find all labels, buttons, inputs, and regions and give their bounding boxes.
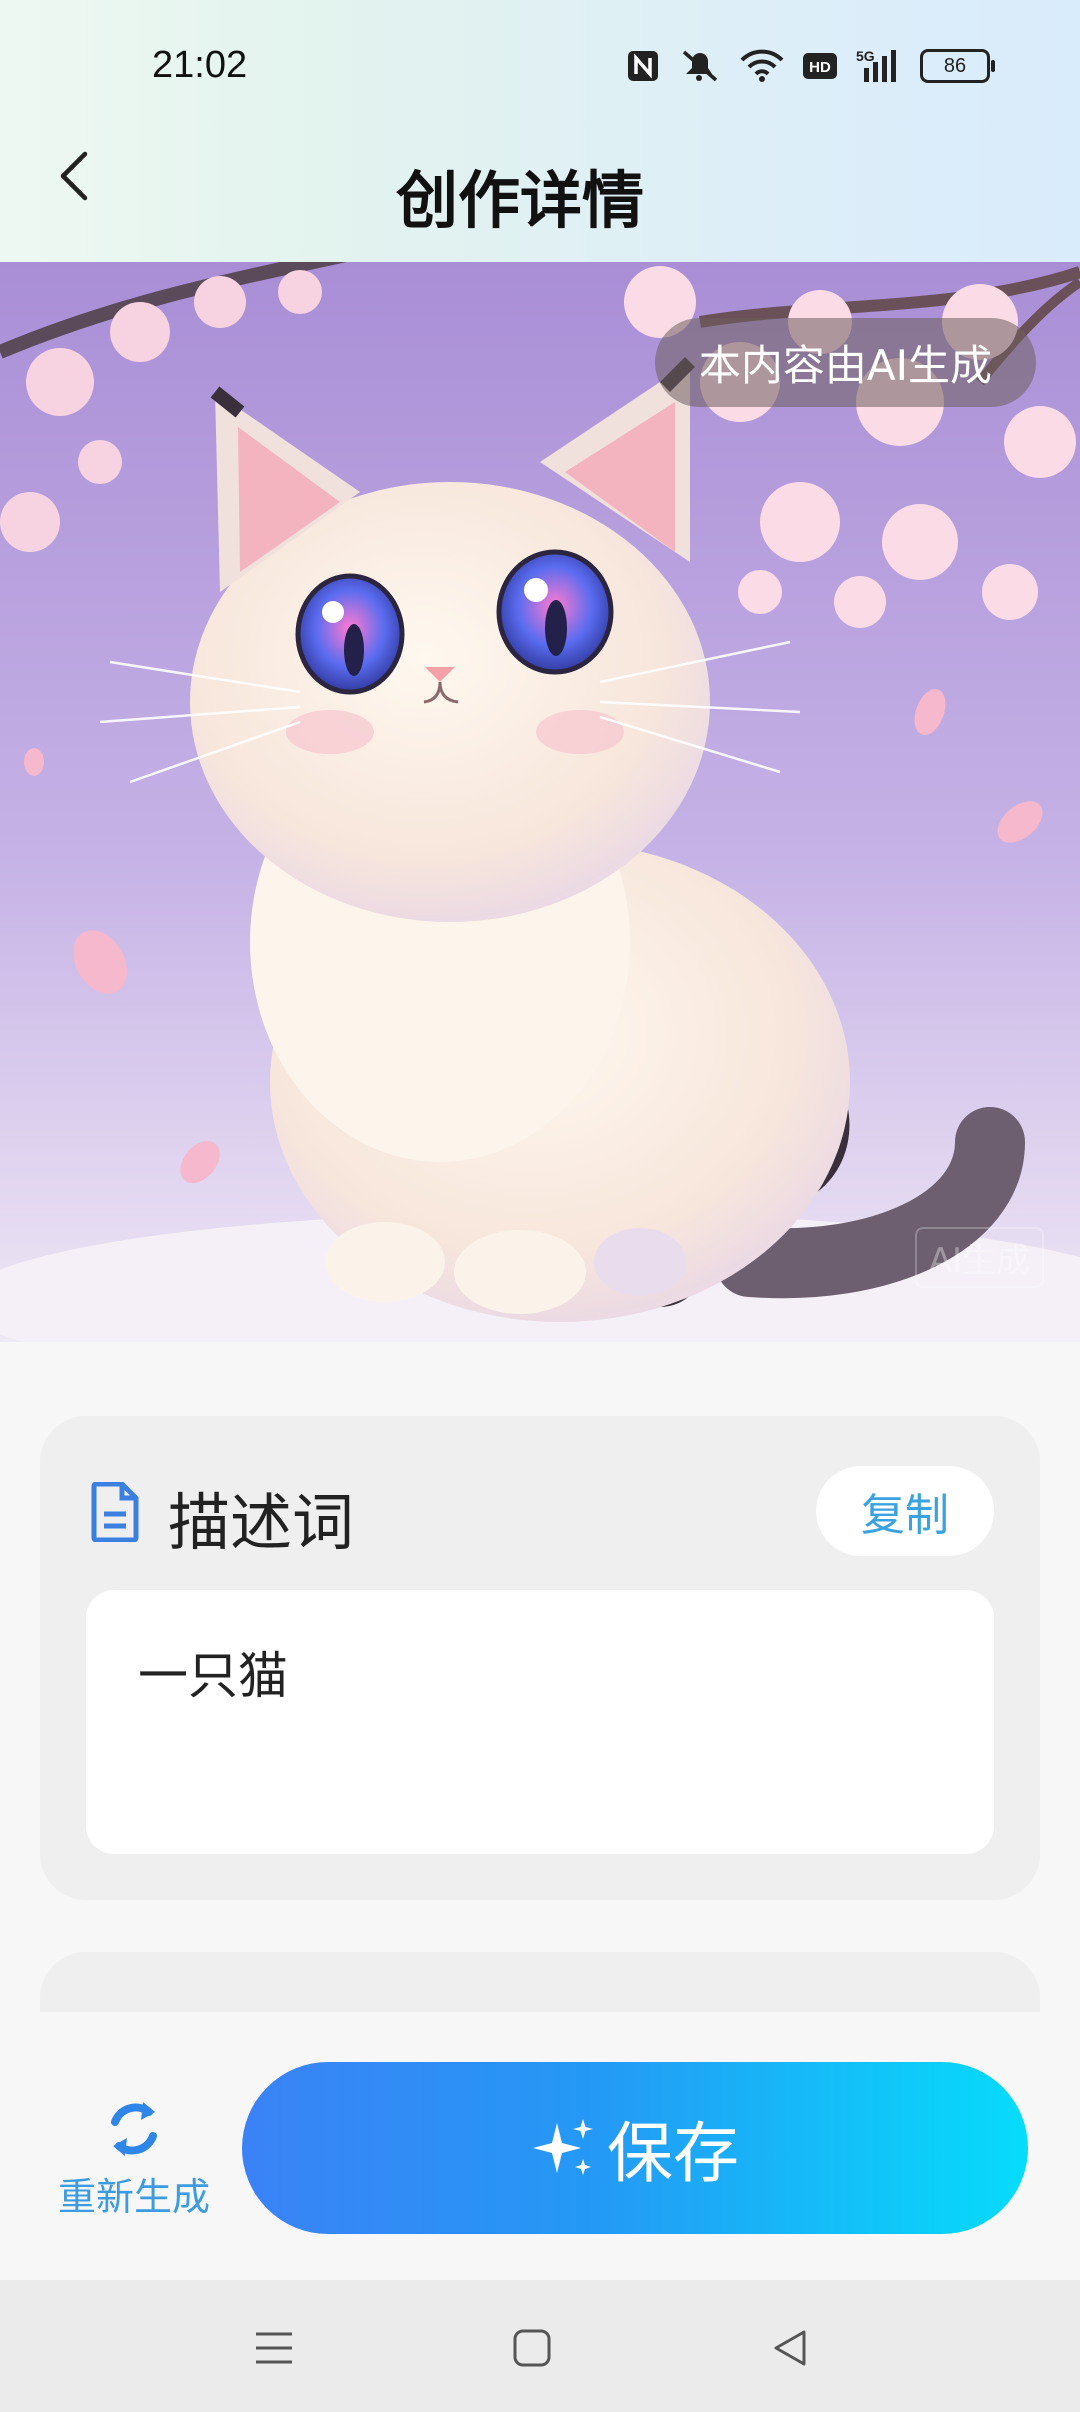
document-icon: [90, 1481, 140, 1543]
refresh-icon: [111, 2102, 157, 2156]
system-nav-bar: [0, 2280, 1080, 2412]
status-time: 21:02: [152, 44, 248, 86]
save-label: 保存: [607, 2115, 739, 2192]
regenerate-label: 重新生成: [57, 2175, 210, 2219]
wifi-icon: [740, 49, 784, 83]
prompt-text: 一只猫: [138, 1647, 288, 1705]
creation-detail-page: 21:02 HD 5G 86 创作详情 本内容由AI生成 AI生成 描述词 复制…: [0, 0, 1080, 2412]
ai-generated-badge: 本内容由AI生成: [654, 318, 1036, 407]
save-button[interactable]: 保存: [242, 2062, 1028, 2234]
parameters-card: [40, 1952, 1040, 2012]
nav-back-button[interactable]: [760, 2320, 820, 2376]
hd-icon: HD: [802, 52, 838, 80]
battery-indicator: 86: [920, 49, 995, 83]
regenerate-button[interactable]: 重新生成: [52, 2098, 216, 2228]
mute-icon: [678, 48, 722, 84]
watermark: AI生成: [914, 1227, 1044, 1288]
status-icons: HD 5G 86: [626, 48, 995, 84]
copy-button[interactable]: 复制: [816, 1466, 994, 1556]
cat-illustration: [0, 262, 1080, 1342]
prompt-box: 一只猫: [86, 1590, 994, 1854]
sparkle-icon: [533, 2119, 593, 2175]
action-bar: 重新生成 保存: [0, 2014, 1080, 2280]
status-bar: 21:02 HD 5G 86: [0, 0, 1080, 130]
battery-level: 86: [943, 54, 967, 77]
generated-image[interactable]: 本内容由AI生成 AI生成: [0, 262, 1080, 1342]
nav-menu-button[interactable]: [244, 2320, 304, 2376]
nfc-icon: [626, 49, 660, 83]
home-square-icon: [513, 2329, 551, 2367]
menu-icon: [256, 2332, 292, 2364]
description-card: 描述词 复制 一只猫: [40, 1416, 1040, 1900]
description-title: 描述词: [168, 1486, 355, 1559]
page-title: 创作详情: [395, 164, 644, 237]
back-triangle-icon: [774, 2330, 806, 2366]
nav-home-button[interactable]: [502, 2320, 562, 2376]
network-label: 5G: [856, 48, 875, 64]
hd-label: HD: [809, 59, 831, 76]
signal-5g-icon: 5G: [856, 48, 902, 84]
